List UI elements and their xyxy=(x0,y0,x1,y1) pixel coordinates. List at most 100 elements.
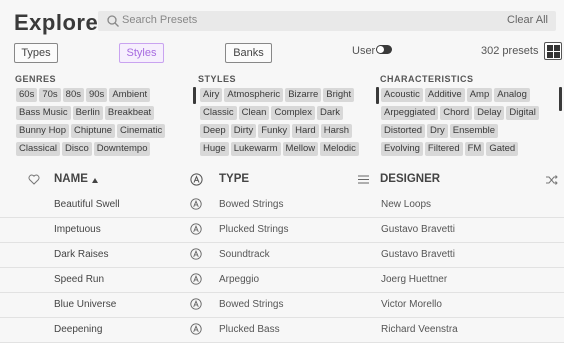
tag-deep[interactable]: Deep xyxy=(200,124,229,138)
designer-column-header[interactable]: DESIGNER xyxy=(380,173,440,185)
tag-clean[interactable]: Clean xyxy=(238,106,270,120)
tag-berlin[interactable]: Berlin xyxy=(72,106,103,120)
preset-type: Plucked Bass xyxy=(219,324,280,335)
user-label: User xyxy=(352,45,376,57)
tag-row: Arpeggiated Chord Delay Digital xyxy=(381,106,541,120)
tag-lukewarm[interactable]: Lukewarm xyxy=(230,142,281,156)
tag-breakbeat[interactable]: Breakbeat xyxy=(104,106,155,120)
tag-amp[interactable]: Amp xyxy=(466,88,493,102)
tag-row: Deep Dirty Funky Hard Harsh xyxy=(200,124,354,138)
table-row[interactable]: Speed Run Arpeggio Joerg Huettner xyxy=(0,267,564,293)
tag-classical[interactable]: Classical xyxy=(16,142,61,156)
preset-type: Plucked Strings xyxy=(219,224,289,235)
table-row[interactable]: Deepening Plucked Bass Richard Veenstra xyxy=(0,317,564,343)
preset-name: Speed Run xyxy=(54,274,105,285)
sort-ascending-icon[interactable] xyxy=(92,178,98,183)
tag-delay[interactable]: Delay xyxy=(474,106,505,120)
tag-airy[interactable]: Airy xyxy=(200,88,223,102)
search-input[interactable]: Search Presets Clear All xyxy=(98,11,556,31)
tag-row: Acoustic Additive Amp Analog xyxy=(381,88,532,102)
tag-row: Classical Disco Downtempo xyxy=(16,142,152,156)
tag-digital[interactable]: Digital xyxy=(506,106,539,120)
preset-count: 302 presets xyxy=(481,45,539,57)
tag-row: 60s 70s 80s 90s Ambient xyxy=(16,88,152,102)
tag-downtempo[interactable]: Downtempo xyxy=(93,142,151,156)
menu-icon[interactable] xyxy=(358,175,369,184)
tag-harsh[interactable]: Harsh xyxy=(320,124,353,138)
tag-bright[interactable]: Bright xyxy=(323,88,355,102)
tag-acoustic[interactable]: Acoustic xyxy=(381,88,423,102)
genres-heading: GENRES xyxy=(15,74,57,84)
table-row[interactable]: Beautiful Swell Bowed Strings New Loops xyxy=(0,192,564,218)
tag-bunny-hop[interactable]: Bunny Hop xyxy=(16,124,70,138)
preset-designer: New Loops xyxy=(381,199,432,210)
tag-mellow[interactable]: Mellow xyxy=(282,142,319,156)
tag-dirty[interactable]: Dirty xyxy=(230,124,257,138)
tag-60s[interactable]: 60s xyxy=(16,88,38,102)
preset-designer: Victor Morello xyxy=(381,299,442,310)
page-title: Explore xyxy=(14,10,99,35)
table-row[interactable]: Dark Raises Soundtrack Gustavo Bravetti xyxy=(0,242,564,268)
preset-type: Bowed Strings xyxy=(219,299,284,310)
tag-bass-music[interactable]: Bass Music xyxy=(16,106,71,120)
tag-hard[interactable]: Hard xyxy=(292,124,319,138)
table-row[interactable]: Blue Universe Bowed Strings Victor Morello xyxy=(0,292,564,318)
preset-designer: Joerg Huettner xyxy=(381,274,448,285)
tag-atmospheric[interactable]: Atmospheric xyxy=(224,88,284,102)
user-toggle[interactable] xyxy=(376,45,392,54)
grid-view-icon[interactable] xyxy=(544,42,562,60)
tag-filtered[interactable]: Filtered xyxy=(424,142,463,156)
tag-ensemble[interactable]: Ensemble xyxy=(449,124,499,138)
type-column-header[interactable]: TYPE xyxy=(219,173,249,185)
tag-row: Huge Lukewarm Mellow Melodic xyxy=(200,142,361,156)
table-header: NAME TYPE DESIGNER xyxy=(0,169,564,191)
tag-classic[interactable]: Classic xyxy=(200,106,237,120)
characteristics-right-scrollbar[interactable] xyxy=(559,87,562,111)
tag-distorted[interactable]: Distorted xyxy=(381,124,426,138)
tag-90s[interactable]: 90s xyxy=(85,88,108,102)
tag-80s[interactable]: 80s xyxy=(62,88,84,102)
heart-icon[interactable] xyxy=(28,174,40,185)
preset-name: Deepening xyxy=(54,324,103,335)
tag-huge[interactable]: Huge xyxy=(200,142,229,156)
tag-fm[interactable]: FM xyxy=(464,142,485,156)
tag-disco[interactable]: Disco xyxy=(62,142,92,156)
arturia-icon xyxy=(190,198,202,210)
tag-70s[interactable]: 70s xyxy=(39,88,61,102)
tag-chord[interactable]: Chord xyxy=(440,106,473,120)
tag-funky[interactable]: Funky xyxy=(258,124,291,138)
tag-melodic[interactable]: Melodic xyxy=(320,142,359,156)
banks-button[interactable]: Banks xyxy=(225,43,272,63)
styles-scrollbar[interactable] xyxy=(193,87,196,104)
preset-designer: Richard Veenstra xyxy=(381,324,458,335)
clear-all-button[interactable]: Clear All xyxy=(507,14,548,26)
shuffle-icon[interactable] xyxy=(546,175,558,185)
styles-button[interactable]: Styles xyxy=(119,43,164,63)
tag-additive[interactable]: Additive xyxy=(424,88,465,102)
tag-analog[interactable]: Analog xyxy=(494,88,530,102)
tag-cinematic[interactable]: Cinematic xyxy=(117,124,166,138)
tag-chiptune[interactable]: Chiptune xyxy=(71,124,116,138)
arturia-icon[interactable] xyxy=(190,173,203,186)
tag-gated[interactable]: Gated xyxy=(486,142,519,156)
preset-name: Blue Universe xyxy=(54,299,117,310)
name-column-header[interactable]: NAME xyxy=(54,173,88,185)
tag-evolving[interactable]: Evolving xyxy=(381,142,423,156)
preset-name: Impetuous xyxy=(54,224,101,235)
arturia-icon xyxy=(190,323,202,335)
preset-name: Dark Raises xyxy=(54,249,109,260)
preset-type: Soundtrack xyxy=(219,249,270,260)
tag-dark[interactable]: Dark xyxy=(316,106,344,120)
tag-ambient[interactable]: Ambient xyxy=(109,88,151,102)
tag-complex[interactable]: Complex xyxy=(271,106,315,120)
characteristics-heading: CHARACTERISTICS xyxy=(380,74,474,84)
tag-dry[interactable]: Dry xyxy=(427,124,448,138)
arturia-icon xyxy=(190,248,202,260)
table-row[interactable]: Impetuous Plucked Strings Gustavo Bravetti xyxy=(0,217,564,243)
tag-bizarre[interactable]: Bizarre xyxy=(285,88,322,102)
tag-row: Bunny Hop Chiptune Cinematic xyxy=(16,124,167,138)
tag-arpeggiated[interactable]: Arpeggiated xyxy=(381,106,439,120)
tag-row: Evolving Filtered FM Gated xyxy=(381,142,520,156)
characteristics-scrollbar[interactable] xyxy=(376,87,379,104)
types-button[interactable]: Types xyxy=(14,43,58,63)
